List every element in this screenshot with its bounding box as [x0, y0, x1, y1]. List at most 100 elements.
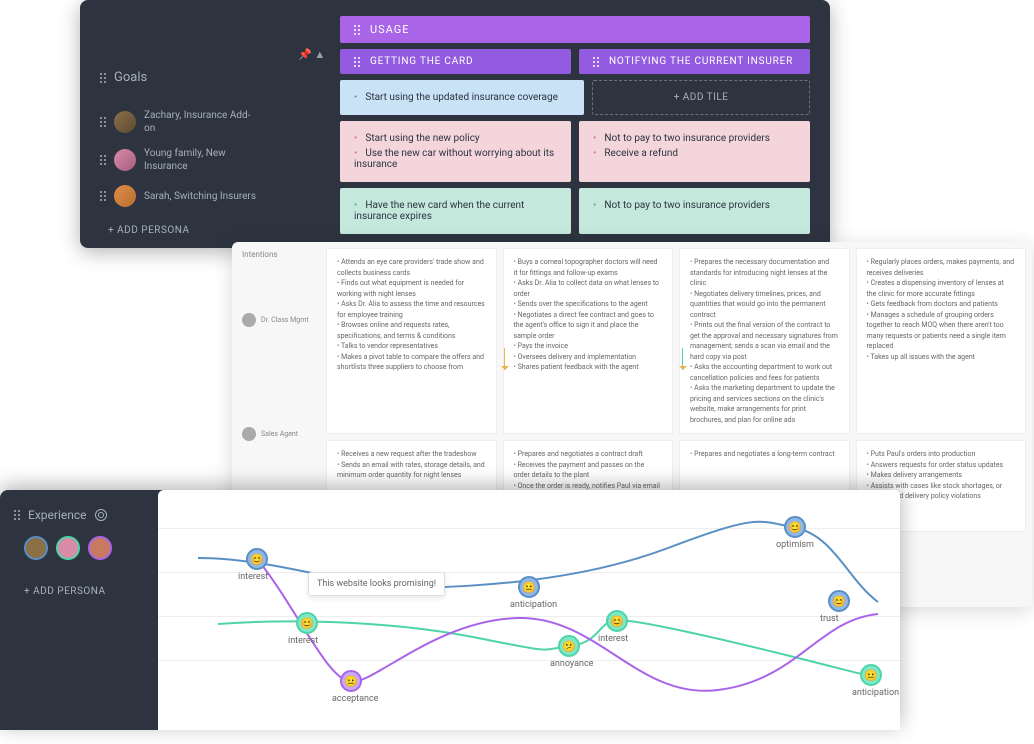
persona-avatars	[24, 536, 154, 560]
persona-young-family[interactable]: Young family, New Insurance	[90, 141, 260, 179]
gear-icon[interactable]	[95, 509, 107, 521]
notify-insurer-header[interactable]: NOTIFYING THE CURRENT INSURER	[579, 49, 810, 74]
intention-item: Manages a schedule of grouping orders to…	[867, 310, 1016, 352]
grip-icon[interactable]	[100, 73, 106, 83]
intention-item: Buys a corneal topographer doctors will …	[514, 257, 663, 278]
add-tile-button[interactable]: + ADD TILE	[592, 80, 810, 115]
grip-icon[interactable]	[354, 25, 360, 35]
intention-card[interactable]: Buys a corneal topographer doctors will …	[503, 248, 674, 434]
grip-icon[interactable]	[100, 155, 106, 165]
arrow-icon	[504, 348, 505, 370]
intention-item: Receives a new request after the tradesh…	[337, 449, 486, 460]
intention-item: Gets feedback from doctors and patients	[867, 299, 1016, 310]
emotion-label: interest	[288, 636, 318, 646]
emotion-anticipation[interactable]: 😐	[860, 664, 882, 686]
tooltip: This website looks promising!	[308, 572, 445, 596]
goals-sidebar: Goals Zachary, Insurance Add-on Young fa…	[90, 70, 260, 236]
goal-item: Not to pay to two insurance providers	[593, 198, 796, 213]
add-persona-button[interactable]: + ADD PERSONA	[14, 574, 154, 597]
avatar	[114, 149, 136, 171]
intention-item: Asks Dr. Alia to assess the time and res…	[337, 299, 486, 320]
goals-heading: Goals	[90, 70, 260, 85]
intention-item: Asks Dr. Alia to collect data on what le…	[514, 278, 663, 299]
experience-panel: Experience + ADD PERSONA 😊 interest 😐 antic…	[0, 490, 900, 730]
goal-card[interactable]: Not to pay to two insurance providers	[579, 188, 810, 234]
goal-card[interactable]: Not to pay to two insurance providersRec…	[579, 121, 810, 182]
experience-sidebar: Experience + ADD PERSONA	[14, 508, 154, 597]
avatar[interactable]	[56, 536, 80, 560]
emotion-optimism[interactable]: 😊	[784, 516, 806, 538]
arrow-icon	[682, 348, 683, 370]
emotion-interest[interactable]: 😊	[246, 548, 268, 570]
experience-chart[interactable]: 😊interest😐anticipation😊optimism😊trust😊in…	[158, 490, 900, 730]
intention-item: Asks the marketing department to update …	[690, 383, 839, 425]
grip-icon[interactable]	[593, 57, 599, 67]
emotion-label: trust	[820, 614, 839, 624]
avatar[interactable]	[24, 536, 48, 560]
goal-item: Start using the new policy	[354, 131, 557, 146]
emotion-acceptance[interactable]: 😐	[340, 670, 362, 692]
intention-item: Prepares and negotiates a long-term cont…	[690, 449, 839, 460]
intention-card[interactable]: Regularly places orders, makes payments,…	[856, 248, 1027, 434]
intention-item: Negotiates a direct fee contract and goe…	[514, 310, 663, 342]
intention-item: Creates a dispensing inventory of lenses…	[867, 278, 1016, 299]
persona-row[interactable]: Sales Agent	[242, 427, 320, 441]
goal-item: Not to pay to two insurance providers	[593, 131, 796, 146]
emotion-label: interest	[238, 572, 268, 582]
avatar	[242, 313, 256, 327]
experience-heading: Experience	[14, 508, 154, 522]
emotion-interest[interactable]: 😊	[606, 610, 628, 632]
persona-zachary[interactable]: Zachary, Insurance Add-on	[90, 103, 260, 141]
intentions-label: Intentions	[242, 250, 320, 259]
intention-item: Puts Paul's orders into production	[867, 449, 1016, 460]
add-persona-button[interactable]: + ADD PERSONA	[90, 213, 260, 236]
emotion-label: annoyance	[550, 659, 593, 669]
usage-header[interactable]: USAGE	[340, 16, 810, 43]
intention-item: Answers requests for order status update…	[867, 460, 1016, 471]
goals-label: Goals	[114, 70, 147, 85]
intention-item: Prints out the final version of the cont…	[690, 320, 839, 362]
goal-card[interactable]: Start using the updated insurance covera…	[340, 80, 584, 115]
intention-item: Shares patient feedback with the agent	[514, 362, 663, 373]
persona-sarah[interactable]: Sarah, Switching Insurers	[90, 179, 260, 213]
experience-label: Experience	[28, 508, 87, 522]
intention-card[interactable]: Attends an eye care providers' trade sho…	[326, 248, 497, 434]
emotion-label: acceptance	[332, 694, 378, 704]
goal-item: Have the new card when the current insur…	[354, 198, 557, 224]
intention-item: Pays the invoice	[514, 341, 663, 352]
grip-icon[interactable]	[14, 510, 20, 520]
emotion-label: interest	[598, 634, 628, 644]
emotion-trust[interactable]: 😊	[828, 590, 850, 612]
intention-item: Prepares the necessary documentation and…	[690, 257, 839, 289]
intention-item: Negotiates delivery timelines, prices, a…	[690, 289, 839, 321]
emotion-label: anticipation	[510, 600, 557, 610]
goal-card[interactable]: Have the new card when the current insur…	[340, 188, 571, 234]
intention-item: Regularly places orders, makes payments,…	[867, 257, 1016, 278]
intention-item: Makes delivery arrangements	[867, 470, 1016, 481]
intention-item: Talks to vendor representatives	[337, 341, 486, 352]
persona-row[interactable]: Dr. Class Mgmt	[242, 313, 320, 327]
grip-icon[interactable]	[100, 191, 106, 201]
emotion-label: anticipation	[852, 688, 899, 698]
avatar[interactable]	[88, 536, 112, 560]
grip-icon[interactable]	[354, 57, 360, 67]
emotion-anticipation[interactable]: 😐	[518, 576, 540, 598]
intention-item: Takes up all issues with the agent	[867, 352, 1016, 363]
goal-item: Use the new car without worrying about i…	[354, 146, 557, 172]
emotion-interest[interactable]: 😊	[296, 612, 318, 634]
intention-item: Prepares and negotiates a contract draft	[514, 449, 663, 460]
intention-item: Browses online and requests rates, speci…	[337, 320, 486, 341]
intention-item: Sends over the specifications to the age…	[514, 299, 663, 310]
goal-item: Receive a refund	[593, 146, 796, 161]
pin-controls[interactable]: 📌 ▲	[298, 48, 325, 61]
intention-item: Finds out what equipment is needed for w…	[337, 278, 486, 299]
getting-card-header[interactable]: GETTING THE CARD	[340, 49, 571, 74]
intention-item: Makes a pivot table to compare the offer…	[337, 352, 486, 373]
grip-icon[interactable]	[100, 117, 106, 127]
intention-item: Oversees delivery and implementation	[514, 352, 663, 363]
emotion-annoyance[interactable]: 😕	[558, 635, 580, 657]
intention-item: Sends an email with rates, storage detai…	[337, 460, 486, 481]
avatar	[114, 185, 136, 207]
intention-card[interactable]: Prepares the necessary documentation and…	[679, 248, 850, 434]
goal-card[interactable]: Start using the new policyUse the new ca…	[340, 121, 571, 182]
